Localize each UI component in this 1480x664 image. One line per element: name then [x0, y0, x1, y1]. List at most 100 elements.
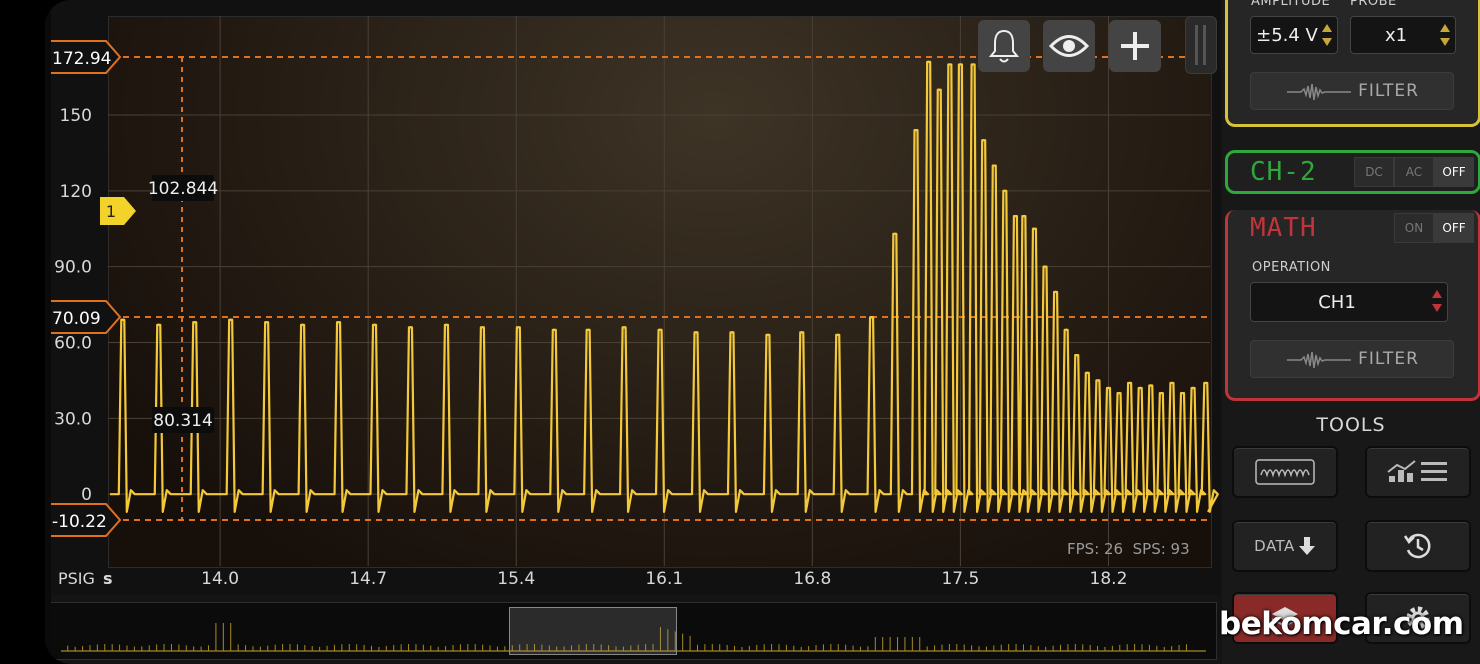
- phone-edge: [45, 0, 51, 664]
- waveform-peak: [1064, 328, 1068, 332]
- waveform-peak: [1003, 189, 1007, 193]
- ch2-title: CH-2: [1250, 157, 1317, 187]
- cursor-value-lower: -10.22: [52, 512, 107, 532]
- math-on-button[interactable]: ON: [1394, 213, 1434, 243]
- control-sidebar: AMPLITUDE PROBE ±5.4 V x1 FILTER CH-2 DC…: [1222, 0, 1480, 664]
- waveform-peak: [959, 63, 962, 66]
- waveform-peak: [1086, 371, 1089, 375]
- cursor-readout: 80.314: [153, 411, 212, 431]
- filter-label: FILTER: [1358, 349, 1419, 369]
- waveform-plot[interactable]: 172.94 70.09 -10.22 150 120 90.0 60.0 30.0 0 14.…: [50, 0, 1220, 595]
- waveform-peak: [836, 333, 839, 337]
- x-tick-label: 14.7: [349, 569, 387, 589]
- history-icon: [1403, 533, 1431, 559]
- y-tick-label: 120: [60, 182, 92, 202]
- waveform-peak: [1043, 265, 1047, 268]
- scope-view[interactable]: 172.94 70.09 -10.22 150 120 90.0 60.0 30.0 0 14.…: [50, 0, 1220, 595]
- ch2-coupling-selector: DC AC OFF: [1354, 157, 1474, 187]
- waveform-peak: [1170, 381, 1174, 385]
- waveform-peak: [1204, 381, 1207, 385]
- viewport-window[interactable]: [509, 607, 677, 655]
- up-down-arrows-icon[interactable]: [1321, 23, 1333, 47]
- y-tick-label: 150: [60, 106, 92, 126]
- x-unit-label: s: [103, 569, 113, 588]
- waveform-peak: [373, 323, 376, 326]
- eye-button[interactable]: [1043, 20, 1095, 72]
- waveform-peak: [193, 321, 196, 324]
- waveform-peak: [622, 326, 626, 329]
- waveform-peak: [1096, 379, 1100, 382]
- watermark-text: bekomcar.com: [1219, 606, 1464, 642]
- trend-list-button[interactable]: [1365, 446, 1471, 498]
- x-tick-label: 16.1: [645, 569, 683, 589]
- add-button[interactable]: [1109, 20, 1161, 72]
- math-panel: MATH ON OFF OPERATION CH1 FILTER: [1225, 210, 1480, 401]
- waveform-peak: [1191, 386, 1195, 390]
- tools-heading: TOOLS: [1316, 414, 1386, 436]
- ch2-dc-button[interactable]: DC: [1354, 157, 1394, 187]
- waveform-peak: [265, 321, 268, 324]
- x-tick-label: 14.0: [201, 569, 239, 589]
- waveform-peak: [1075, 353, 1078, 357]
- measure-tool-button[interactable]: [1232, 446, 1338, 498]
- waveform-peak: [982, 139, 985, 142]
- stats-readout: FPS: 26 SPS: 93: [1067, 540, 1190, 558]
- waveform-peak: [1054, 290, 1057, 294]
- probe-stepper[interactable]: x1: [1350, 16, 1456, 54]
- eye-icon: [1049, 35, 1089, 57]
- y-tick-label: 0: [81, 485, 92, 505]
- waveform-peak: [927, 60, 930, 64]
- waveform-peak: [971, 63, 975, 66]
- panel-handle[interactable]: [1185, 16, 1217, 74]
- x-tick-label: 16.8: [793, 569, 831, 589]
- y-unit-label: PSIG: [58, 569, 95, 588]
- waveform-peak: [517, 326, 520, 329]
- channel1-panel: AMPLITUDE PROBE ±5.4 V x1 FILTER: [1225, 0, 1480, 127]
- waveform-peak: [948, 63, 952, 66]
- waveform-peak: [586, 328, 590, 332]
- waveform-peak: [993, 164, 996, 167]
- probe-label: PROBE: [1350, 0, 1397, 9]
- waveform-peak: [870, 316, 873, 319]
- arrow-down-icon: [1298, 537, 1315, 555]
- waveform-peak: [1033, 227, 1036, 230]
- ch2-off-button[interactable]: OFF: [1434, 157, 1474, 187]
- bell-icon: [988, 29, 1020, 63]
- math-off-button[interactable]: OFF: [1434, 213, 1474, 243]
- waveform-peak: [766, 333, 770, 337]
- timeline-navigator[interactable]: [50, 602, 1217, 660]
- waveform-peak: [1117, 391, 1121, 395]
- ch2-ac-button[interactable]: AC: [1394, 157, 1434, 187]
- ch1-filter-button[interactable]: FILTER: [1250, 72, 1454, 110]
- y-tick-label: 90.0: [54, 258, 92, 278]
- waveform-peak: [694, 331, 698, 334]
- amplitude-stepper[interactable]: ±5.4 V: [1250, 16, 1338, 54]
- cursor-value-mid: 70.09: [52, 309, 101, 329]
- up-down-arrows-icon[interactable]: [1439, 23, 1451, 47]
- operation-label: OPERATION: [1252, 260, 1331, 275]
- amplitude-label: AMPLITUDE: [1251, 0, 1331, 9]
- chart-list-icon: [1387, 460, 1447, 482]
- history-button[interactable]: [1365, 520, 1471, 572]
- operation-select[interactable]: CH1: [1250, 282, 1448, 322]
- waveform-peak: [893, 232, 897, 235]
- bell-button[interactable]: [978, 20, 1030, 72]
- app-screen: 172.94 70.09 -10.22 150 120 90.0 60.0 30.0 0 14.…: [45, 0, 1480, 664]
- waveform-peak: [301, 323, 304, 326]
- waveform-peak: [1138, 386, 1142, 390]
- up-down-arrows-icon[interactable]: [1431, 289, 1443, 313]
- plus-icon: [1121, 32, 1149, 60]
- data-export-button[interactable]: DATA: [1232, 520, 1338, 572]
- waveform-peak: [1022, 214, 1026, 218]
- waveform-peak: [1160, 391, 1163, 395]
- waveform-peak: [409, 326, 412, 329]
- operation-value: CH1: [1318, 291, 1356, 313]
- waveform-peak: [553, 328, 556, 332]
- x-tick-label: 18.2: [1090, 569, 1128, 589]
- math-filter-button[interactable]: FILTER: [1250, 340, 1454, 378]
- waveform-peak: [1128, 381, 1131, 385]
- waveform-peak: [658, 328, 662, 332]
- x-tick-label: 17.5: [941, 569, 979, 589]
- channel2-panel: CH-2 DC AC OFF: [1225, 150, 1480, 194]
- waveform-icon: [1287, 351, 1351, 369]
